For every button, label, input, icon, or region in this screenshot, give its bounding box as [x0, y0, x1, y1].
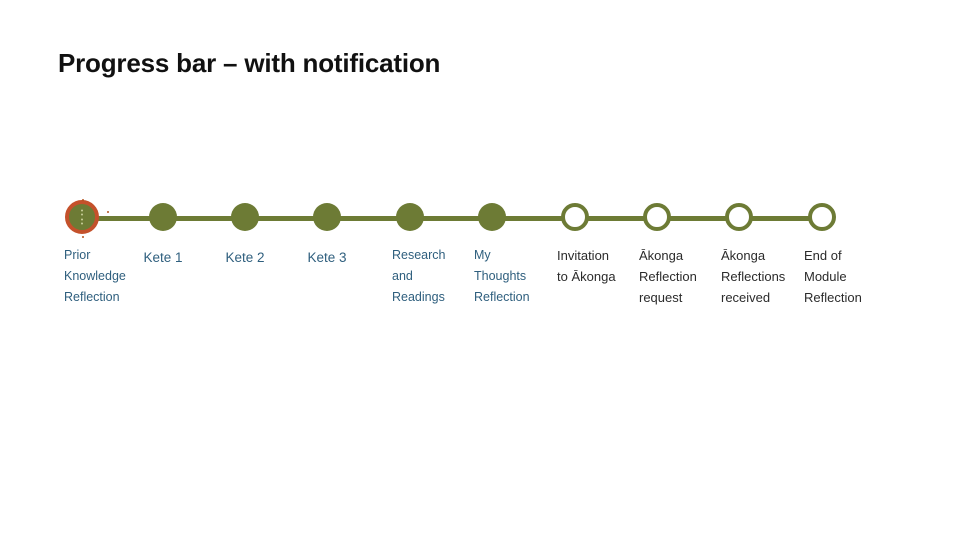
progress-step-label: Kete 3: [307, 250, 347, 265]
notification-spark-icon: [82, 236, 84, 238]
progress-node-todo[interactable]: [725, 203, 753, 231]
notification-spark-icon: [107, 211, 109, 213]
progress-step-label: Ākonga Reflection request: [639, 248, 697, 305]
progress-node-current[interactable]: [65, 199, 109, 238]
progress-node-done[interactable]: [313, 203, 341, 231]
progress-step-label: Kete 1: [143, 250, 183, 265]
progress-node-done[interactable]: [149, 203, 177, 231]
progress-node-todo[interactable]: [643, 203, 671, 231]
progress-node-todo[interactable]: [808, 203, 836, 231]
progress-step-label: Kete 2: [225, 250, 265, 265]
notification-dots-icon: [81, 209, 83, 225]
progress-node-done[interactable]: [231, 203, 259, 231]
notification-spark-icon: [82, 199, 84, 201]
slide-canvas: Progress bar – with notification Prior K…: [0, 0, 960, 540]
progress-bar: Prior Knowledge Reflection Kete 1 Kete 2 Ke…: [0, 0, 960, 540]
progress-node-done[interactable]: [478, 203, 506, 231]
progress-step-label: Research and Readings: [392, 248, 446, 304]
progress-node-todo[interactable]: [561, 203, 589, 231]
progress-step-label: Ākonga Reflections received: [721, 248, 786, 305]
progress-node-done[interactable]: [396, 203, 424, 231]
progress-step-label: Invitation to Ākonga: [557, 248, 616, 284]
progress-step-label: My Thoughts Reflection: [474, 248, 530, 304]
progress-step-label: End of Module Reflection: [804, 248, 862, 305]
